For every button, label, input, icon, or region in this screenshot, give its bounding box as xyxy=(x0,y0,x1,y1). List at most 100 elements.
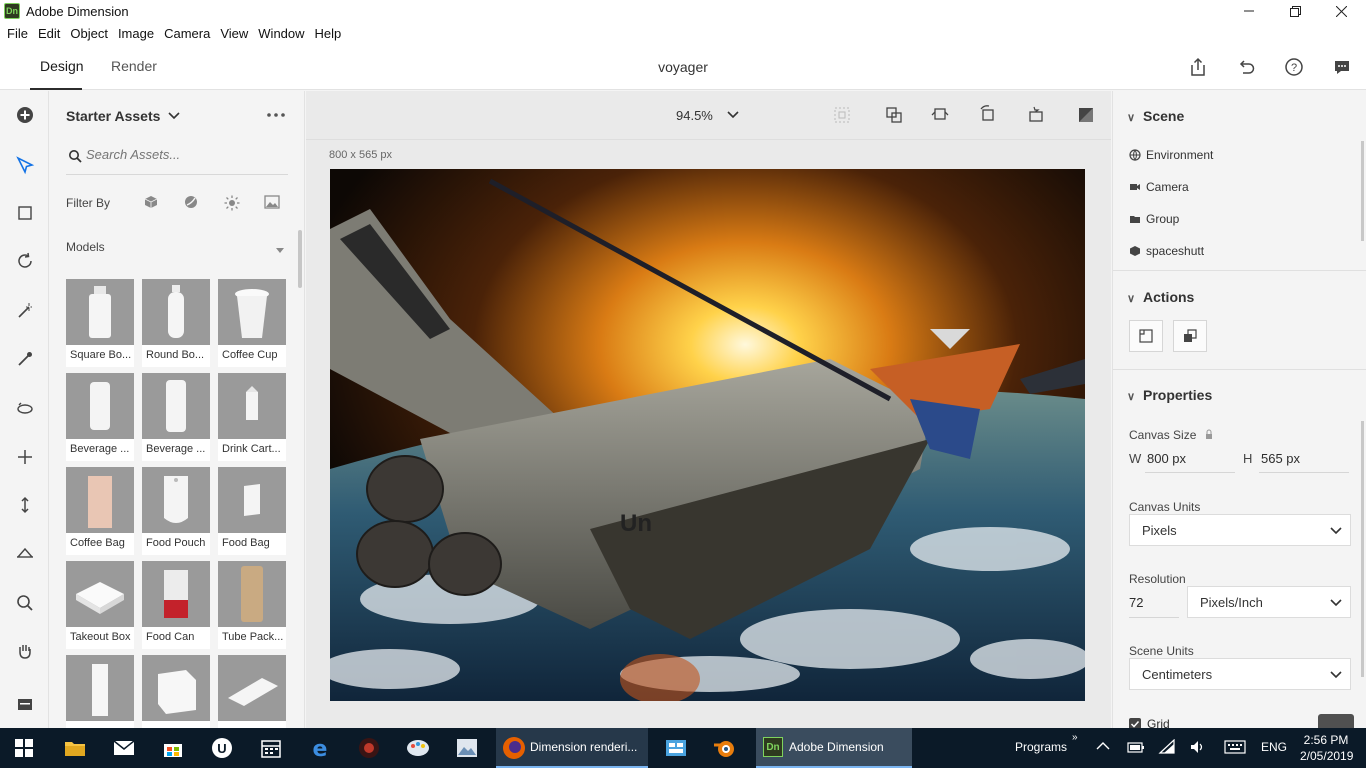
wifi-tray-icon[interactable] xyxy=(1158,738,1176,758)
drop-to-ground-button[interactable] xyxy=(930,105,950,128)
unreal-engine-taskbar-icon[interactable]: U xyxy=(206,732,238,764)
canvas-units-select[interactable]: Pixels xyxy=(1129,514,1351,546)
volume-tray-icon[interactable] xyxy=(1189,739,1207,758)
feedback-button[interactable] xyxy=(1331,56,1353,78)
input-language[interactable]: ENG xyxy=(1261,740,1287,754)
menu-help[interactable]: Help xyxy=(310,26,347,41)
asset-tile-food-bag[interactable]: Food Bag xyxy=(218,467,286,555)
horizon-tool[interactable] xyxy=(12,540,38,566)
firefox-taskbar-button[interactable]: Dimension renderi... xyxy=(496,728,648,768)
scene-item-group[interactable]: Group xyxy=(1129,212,1179,226)
edge-taskbar-icon[interactable]: e xyxy=(304,732,336,764)
filter-models-button[interactable] xyxy=(144,195,158,212)
system-clock[interactable]: 2:56 PM 2/05/2019 xyxy=(1300,732,1353,764)
minimize-button[interactable] xyxy=(1226,0,1272,22)
frame-tool[interactable] xyxy=(12,200,38,226)
asset-tile-flat-box[interactable] xyxy=(218,655,286,728)
calendar-taskbar-icon[interactable] xyxy=(255,732,287,764)
filter-images-button[interactable] xyxy=(264,195,280,212)
search-input[interactable] xyxy=(86,147,276,162)
scene-scrollbar[interactable] xyxy=(1361,141,1364,241)
battery-tray-icon[interactable] xyxy=(1127,739,1145,758)
scene-item-camera[interactable]: Camera xyxy=(1129,180,1189,194)
fit-to-view-button[interactable] xyxy=(834,107,850,126)
asset-tile-food-can[interactable]: Food Can xyxy=(142,561,210,649)
more-options-button[interactable] xyxy=(266,109,286,123)
undo-button[interactable] xyxy=(1235,56,1257,78)
asset-tile-beverage-can-2[interactable]: Beverage ... xyxy=(142,373,210,461)
asset-tile-food-pouch[interactable]: Food Pouch xyxy=(142,467,210,555)
properties-scrollbar[interactable] xyxy=(1361,421,1364,677)
restore-button[interactable] xyxy=(1272,0,1318,22)
asset-tile-tall-box[interactable] xyxy=(66,655,134,728)
menu-image[interactable]: Image xyxy=(113,26,159,41)
match-image-button[interactable] xyxy=(1173,320,1207,352)
help-button[interactable]: ? xyxy=(1283,56,1305,78)
orbit-camera-tool[interactable] xyxy=(12,396,38,422)
pan-camera-tool[interactable] xyxy=(12,444,38,470)
asset-tile-tube-package[interactable]: Tube Pack... xyxy=(218,561,286,649)
file-explorer-taskbar-icon[interactable] xyxy=(59,732,91,764)
asset-tile-drink-carton[interactable]: Drink Cart... xyxy=(218,373,286,461)
eyedropper-tool[interactable] xyxy=(12,346,38,372)
zoom-tool[interactable] xyxy=(12,590,38,616)
models-collapse-toggle[interactable] xyxy=(276,243,284,257)
asset-tile-beverage-can-1[interactable]: Beverage ... xyxy=(66,373,134,461)
store-taskbar-icon[interactable] xyxy=(157,732,189,764)
grid-checkbox-row[interactable]: Grid xyxy=(1129,718,1170,728)
dimension-taskbar-button[interactable]: Dn Adobe Dimension xyxy=(756,728,912,768)
assets-library-dropdown[interactable]: Starter Assets xyxy=(66,108,180,124)
menu-object[interactable]: Object xyxy=(65,26,113,41)
programs-expand-icon[interactable]: » xyxy=(1072,732,1078,743)
add-content-button[interactable] xyxy=(12,102,38,128)
assets-scrollbar[interactable] xyxy=(298,230,302,288)
filter-lights-button[interactable] xyxy=(224,195,240,214)
feedback-tab[interactable] xyxy=(1318,714,1354,728)
scene-item-spaceshutt[interactable]: spaceshutt xyxy=(1129,244,1204,258)
asset-tile-coffee-bag[interactable]: Coffee Bag xyxy=(66,467,134,555)
asset-tile-coffee-cup[interactable]: Coffee Cup xyxy=(218,279,286,367)
camera-bookmark-button[interactable] xyxy=(1026,105,1046,128)
asset-tile-takeout-box[interactable]: Takeout Box xyxy=(66,561,134,649)
render-preview-button[interactable] xyxy=(1076,105,1096,128)
asset-tile-round-bottle[interactable]: Round Bo... xyxy=(142,279,210,367)
align-to-ground-button[interactable] xyxy=(884,105,904,128)
show-hidden-icons-button[interactable] xyxy=(1096,740,1110,754)
start-button[interactable] xyxy=(8,732,40,764)
magic-wand-tool[interactable] xyxy=(12,298,38,324)
blender-taskbar-icon[interactable] xyxy=(709,732,741,764)
close-button[interactable] xyxy=(1318,0,1364,22)
menu-camera[interactable]: Camera xyxy=(159,26,215,41)
asset-tile-cube-box[interactable] xyxy=(142,655,210,728)
menu-file[interactable]: File xyxy=(2,26,33,41)
resolution-input[interactable]: 72 xyxy=(1129,586,1179,618)
resolution-unit-select[interactable]: Pixels/Inch xyxy=(1187,586,1351,618)
filter-materials-button[interactable] xyxy=(184,195,198,212)
scene-item-environment[interactable]: Environment xyxy=(1129,148,1213,162)
move-to-center-button[interactable] xyxy=(978,105,998,128)
mail-taskbar-icon[interactable] xyxy=(108,732,140,764)
panel-toggle-button[interactable] xyxy=(12,691,38,717)
menu-window[interactable]: Window xyxy=(253,26,309,41)
actions-section-header[interactable]: ∨ Actions xyxy=(1127,289,1194,305)
canvas-height-input[interactable]: 565 px xyxy=(1259,445,1349,473)
asset-tile-square-bottle[interactable]: Square Bo... xyxy=(66,279,134,367)
scene-units-select[interactable]: Centimeters xyxy=(1129,658,1351,690)
orbit-tool[interactable] xyxy=(12,248,38,274)
keyboard-tray-icon[interactable] xyxy=(1224,740,1246,757)
menu-view[interactable]: View xyxy=(215,26,253,41)
select-tool[interactable] xyxy=(12,152,38,178)
canvas-width-input[interactable]: 800 px xyxy=(1145,445,1235,473)
dolly-camera-tool[interactable] xyxy=(12,492,38,518)
settings-taskbar-icon[interactable] xyxy=(660,732,692,764)
image-viewer-taskbar-icon[interactable] xyxy=(451,732,483,764)
menu-edit[interactable]: Edit xyxy=(33,26,65,41)
zoom-dropdown[interactable]: 94.5% xyxy=(676,108,739,123)
scene-section-header[interactable]: ∨ Scene xyxy=(1127,108,1184,124)
programs-toolbar-label[interactable]: Programs xyxy=(1015,740,1067,754)
paint-taskbar-icon[interactable] xyxy=(402,732,434,764)
share-button[interactable] xyxy=(1187,56,1209,78)
app-taskbar-icon[interactable] xyxy=(353,732,385,764)
fit-canvas-to-image-button[interactable] xyxy=(1129,320,1163,352)
properties-section-header[interactable]: ∨ Properties xyxy=(1127,387,1212,403)
